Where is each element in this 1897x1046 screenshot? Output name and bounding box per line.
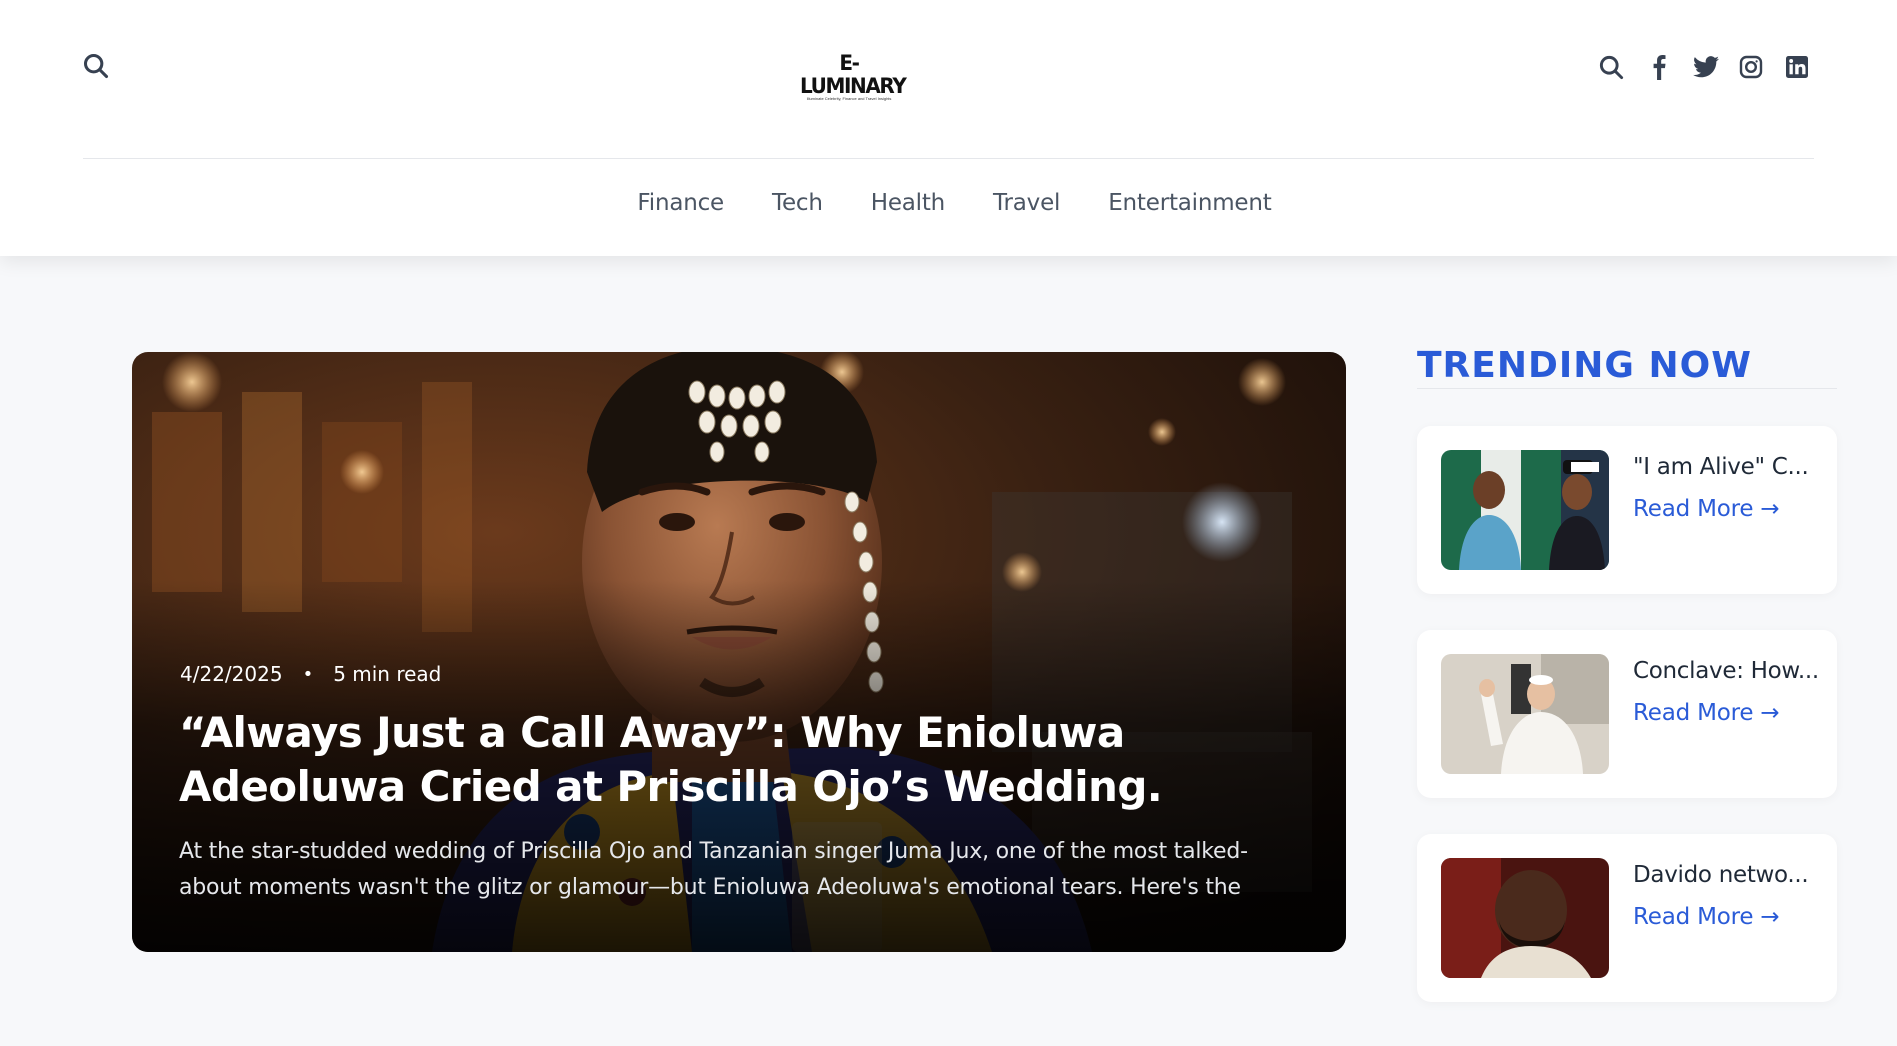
site-header: E-LUMINARY Illuminate Celebrity, Finance… bbox=[0, 0, 1897, 256]
header-icon-group bbox=[1596, 52, 1810, 82]
header-divider bbox=[83, 158, 1814, 159]
article-read-time: 5 min read bbox=[333, 662, 442, 686]
search-icon[interactable] bbox=[82, 52, 110, 80]
featured-article-excerpt: At the star-studded wedding of Priscilla… bbox=[179, 839, 1248, 900]
twitter-icon[interactable] bbox=[1692, 52, 1720, 82]
nav-item-finance[interactable]: Finance bbox=[637, 190, 724, 216]
trending-card[interactable]: Conclave: How... Read More → bbox=[1417, 630, 1837, 798]
nav-item-health[interactable]: Health bbox=[871, 190, 946, 216]
trending-article-title[interactable]: Conclave: How... bbox=[1633, 658, 1823, 684]
trending-divider bbox=[1417, 388, 1837, 389]
main-nav: Finance Tech Health Travel Entertainment bbox=[0, 190, 1897, 216]
instagram-icon[interactable] bbox=[1738, 52, 1764, 82]
read-more-link[interactable]: Read More → bbox=[1633, 700, 1780, 726]
trending-article-title[interactable]: Davido netwo... bbox=[1633, 862, 1823, 888]
read-more-link[interactable]: Read More → bbox=[1633, 904, 1780, 930]
trending-thumbnail bbox=[1441, 450, 1609, 570]
nav-item-entertainment[interactable]: Entertainment bbox=[1108, 190, 1272, 216]
linkedin-icon[interactable] bbox=[1784, 52, 1810, 82]
search-icon[interactable] bbox=[1596, 52, 1626, 82]
trending-card[interactable]: Davido netwo... Read More → bbox=[1417, 834, 1837, 1002]
trending-thumbnail bbox=[1441, 654, 1609, 774]
nav-item-travel[interactable]: Travel bbox=[993, 190, 1060, 216]
nav-item-tech[interactable]: Tech bbox=[772, 190, 823, 216]
facebook-icon[interactable] bbox=[1650, 52, 1668, 82]
featured-article-title[interactable]: “Always Just a Call Away”: Why Enioluwa … bbox=[179, 706, 1299, 814]
trending-article-title[interactable]: "I am Alive" C... bbox=[1633, 454, 1823, 480]
site-logo[interactable]: E-LUMINARY Illuminate Celebrity, Finance… bbox=[800, 49, 907, 101]
article-date: 4/22/2025 bbox=[180, 662, 283, 686]
trending-heading: TRENDING NOW bbox=[1417, 345, 1752, 386]
read-more-link[interactable]: Read More → bbox=[1633, 496, 1780, 522]
trending-thumbnail bbox=[1441, 858, 1609, 978]
trending-card[interactable]: "I am Alive" C... Read More → bbox=[1417, 426, 1837, 594]
article-meta: 4/22/2025 • 5 min read bbox=[180, 662, 441, 686]
logo-wordmark: E-LUMINARY bbox=[800, 49, 907, 99]
meta-separator: • bbox=[302, 663, 314, 685]
